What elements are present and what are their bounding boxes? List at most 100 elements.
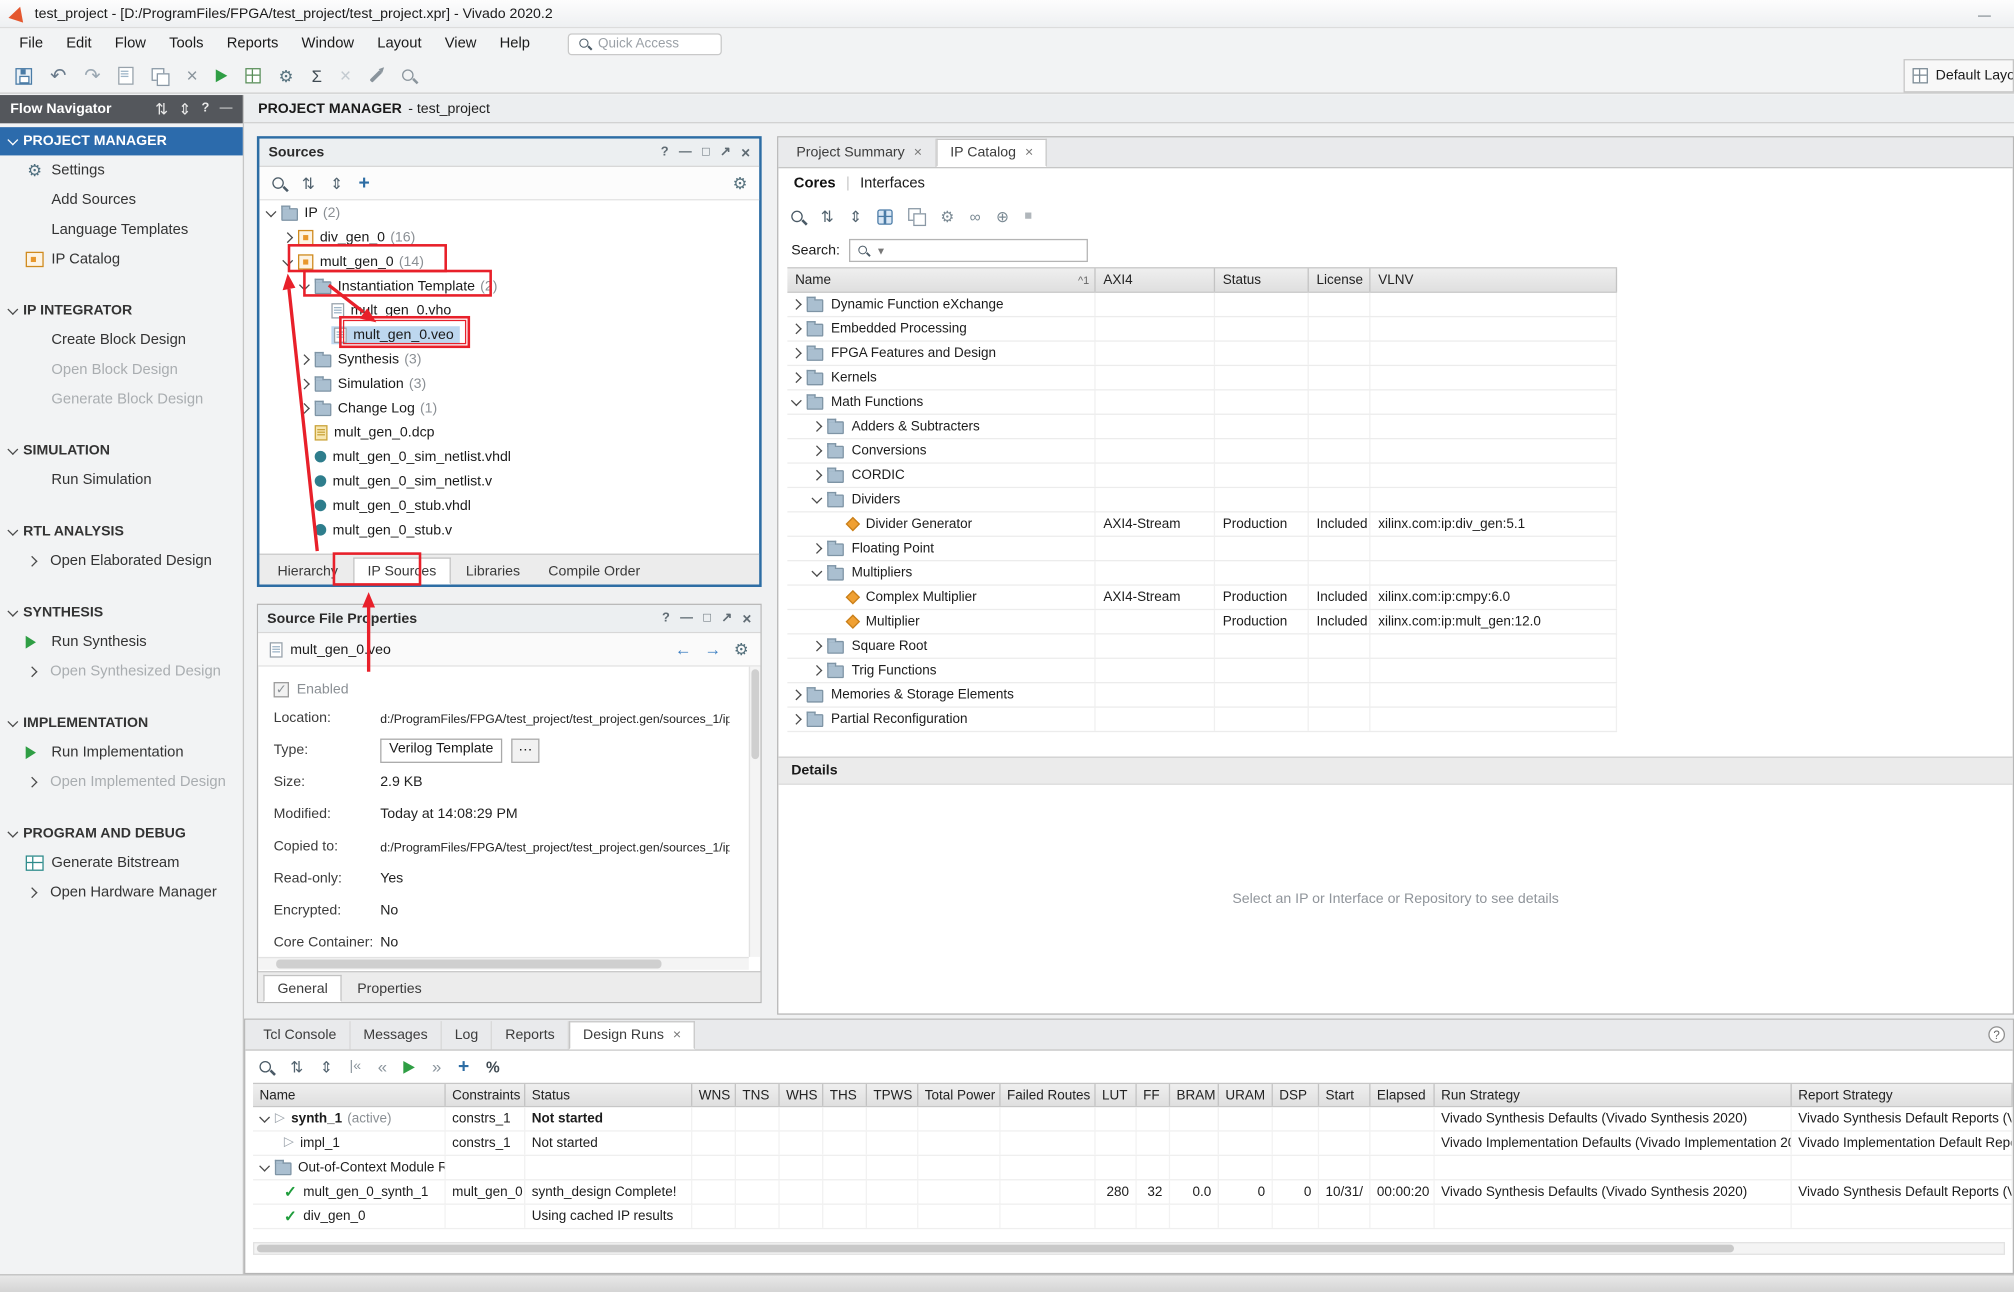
run-icon[interactable] (404, 1060, 416, 1073)
chevron-down-icon[interactable] (282, 255, 293, 266)
chevron-right-icon[interactable] (791, 299, 802, 310)
flow-item-generate-bitstream[interactable]: Generate Bitstream (0, 848, 243, 878)
chevron-down-icon[interactable] (299, 279, 310, 290)
runs-row-out-of-context-module-runs[interactable]: Out-of-Context Module Runs (253, 1156, 2013, 1180)
sources-tab-libraries[interactable]: Libraries (453, 557, 533, 584)
runs-column-failed-routes[interactable]: Failed Routes (1001, 1084, 1096, 1106)
view-tab-interfaces[interactable]: Interfaces (860, 176, 925, 191)
chevron-right-icon[interactable] (811, 470, 822, 481)
properties-horizontal-scrollbar[interactable] (258, 957, 749, 970)
menu-help[interactable]: Help (488, 32, 542, 55)
runs-row-div-gen-0[interactable]: ✓div_gen_0Using cached IP results (253, 1205, 2013, 1229)
flow-item-settings[interactable]: ⚙Settings (0, 155, 243, 185)
link-icon[interactable]: ∞ (970, 209, 981, 224)
catalog-row-dividers[interactable]: Dividers (787, 488, 1617, 512)
back-icon[interactable]: ← (675, 641, 692, 658)
type-combo[interactable]: Verilog Template (380, 739, 502, 763)
chevron-down-icon[interactable] (811, 566, 822, 577)
percent-icon[interactable]: % (486, 1059, 500, 1074)
help-icon[interactable]: ? (662, 612, 670, 625)
menu-flow[interactable]: Flow (103, 32, 157, 55)
sum-icon[interactable]: Σ (312, 67, 322, 84)
runs-column-dsp[interactable]: DSP (1273, 1084, 1319, 1106)
properties-tab-general[interactable]: General (263, 975, 342, 1002)
back2-icon[interactable]: « (378, 1058, 387, 1075)
chevron-right-icon[interactable] (791, 372, 802, 383)
add-icon[interactable]: + (359, 173, 370, 192)
source-tree-item-mult-gen-0-stub-v[interactable]: mult_gen_0_stub.v (259, 518, 759, 542)
design-runs-horizontal-scrollbar[interactable] (253, 1242, 2005, 1255)
chevron-right-icon[interactable] (811, 665, 822, 676)
source-tree-item-mult-gen-0-sim-netlist-vhdl[interactable]: mult_gen_0_sim_netlist.vhdl (259, 444, 759, 468)
add-icon[interactable]: + (458, 1057, 469, 1076)
flow-item-open-block-design[interactable]: Open Block Design (0, 355, 243, 385)
flow-item-language-templates[interactable]: Language Templates (0, 215, 243, 245)
runs-column-tpws[interactable]: TPWS (867, 1084, 918, 1106)
save-icon[interactable] (15, 67, 32, 84)
flow-item-open-implemented-design[interactable]: Open Implemented Design (0, 767, 243, 797)
runs-column-total-power[interactable]: Total Power (918, 1084, 1000, 1106)
runs-row-synth-1[interactable]: ▷synth_1(active)constrs_1Not startedViva… (253, 1107, 2013, 1131)
console-tab-tcl-console[interactable]: Tcl Console (250, 1021, 350, 1049)
source-tree-item-synthesis[interactable]: Synthesis(3) (259, 347, 759, 371)
source-tree-item-mult-gen-0-veo[interactable]: mult_gen_0.veo (259, 322, 759, 346)
source-tree-item-instantiation-template[interactable]: Instantiation Template(2) (259, 274, 759, 298)
settings-icon[interactable]: ⚙ (279, 67, 294, 84)
float-icon[interactable]: ↗ (721, 612, 732, 625)
catalog-row-trig-functions[interactable]: Trig Functions (787, 659, 1617, 683)
close-icon[interactable]: × (741, 144, 750, 159)
flow-section-ip-integrator[interactable]: IP INTEGRATOR (0, 297, 243, 325)
search-icon[interactable] (271, 175, 286, 190)
catalog-row-fpga-features-and-design[interactable]: FPGA Features and Design (787, 342, 1617, 366)
expand-all-icon[interactable]: ⇕ (330, 175, 343, 190)
runs-column-run-strategy[interactable]: Run Strategy (1435, 1084, 1792, 1106)
search-icon[interactable] (790, 209, 805, 224)
flow-item-open-synthesized-design[interactable]: Open Synthesized Design (0, 656, 243, 686)
catalog-row-complex-multiplier[interactable]: Complex MultiplierAXI4-StreamProductionI… (787, 586, 1617, 610)
layout-icon[interactable] (245, 68, 260, 83)
runs-column-lut[interactable]: LUT (1096, 1084, 1137, 1106)
menu-file[interactable]: File (8, 32, 55, 55)
menu-reports[interactable]: Reports (215, 32, 290, 55)
chevron-right-icon[interactable] (791, 714, 802, 725)
runs-column-tns[interactable]: TNS (736, 1084, 780, 1106)
settings-icon[interactable]: ⚙ (733, 174, 748, 191)
chevron-right-icon[interactable] (791, 689, 802, 700)
flow-item-run-synthesis[interactable]: Run Synthesis (0, 627, 243, 657)
runs-row-mult-gen-0-synth-1[interactable]: ✓mult_gen_0_synth_1mult_gen_0synth_desig… (253, 1180, 2013, 1204)
chevron-right-icon[interactable] (299, 402, 310, 413)
quick-access-search[interactable]: Quick Access (567, 33, 721, 55)
maximize-icon[interactable]: □ (702, 146, 710, 159)
runs-column-start[interactable]: Start (1319, 1084, 1370, 1106)
flow-item-add-sources[interactable]: Add Sources (0, 185, 243, 215)
source-tree-item-simulation[interactable]: Simulation(3) (259, 371, 759, 395)
catalog-row-dynamic-function-exchange[interactable]: Dynamic Function eXchange (787, 293, 1617, 317)
sources-tab-compile-order[interactable]: Compile Order (535, 557, 653, 584)
flow-item-open-hardware-manager[interactable]: Open Hardware Manager (0, 877, 243, 907)
doc-tab-ip-catalog[interactable]: IP Catalog× (936, 139, 1047, 167)
collapse-all-icon[interactable]: ⇅ (302, 175, 315, 190)
runs-column-wns[interactable]: WNS (692, 1084, 736, 1106)
stop-icon[interactable]: ■ (1024, 210, 1032, 223)
close-icon[interactable]: × (742, 611, 751, 626)
enabled-checkbox[interactable]: ✓ (274, 682, 289, 697)
group-icon[interactable] (908, 208, 925, 225)
help-icon[interactable]: ? (1988, 1026, 2005, 1043)
collapse-all-icon[interactable]: ⇅ (155, 101, 168, 116)
catalog-row-multipliers[interactable]: Multipliers (787, 561, 1617, 585)
flow-section-simulation[interactable]: SIMULATION (0, 437, 243, 465)
flow-item-run-simulation[interactable]: Run Simulation (0, 465, 243, 495)
catalog-column-license[interactable]: License (1309, 268, 1371, 291)
catalog-row-embedded-processing[interactable]: Embedded Processing (787, 317, 1617, 341)
flow-item-ip-catalog[interactable]: IP Catalog (0, 244, 243, 274)
run-icon[interactable] (216, 69, 228, 82)
chevron-right-icon[interactable] (811, 543, 822, 554)
clear-icon[interactable]: × (340, 66, 351, 85)
flow-section-rtl-analysis[interactable]: RTL ANALYSIS (0, 518, 243, 546)
source-tree-item-ip[interactable]: IP(2) (259, 200, 759, 224)
catalog-row-conversions[interactable]: Conversions (787, 439, 1617, 463)
flow-item-open-elaborated-design[interactable]: Open Elaborated Design (0, 546, 243, 576)
catalog-row-adders-subtracters[interactable]: Adders & Subtracters (787, 415, 1617, 439)
layout-selector-button[interactable]: Default Layou (1904, 59, 2014, 92)
flow-item-run-implementation[interactable]: Run Implementation (0, 737, 243, 767)
